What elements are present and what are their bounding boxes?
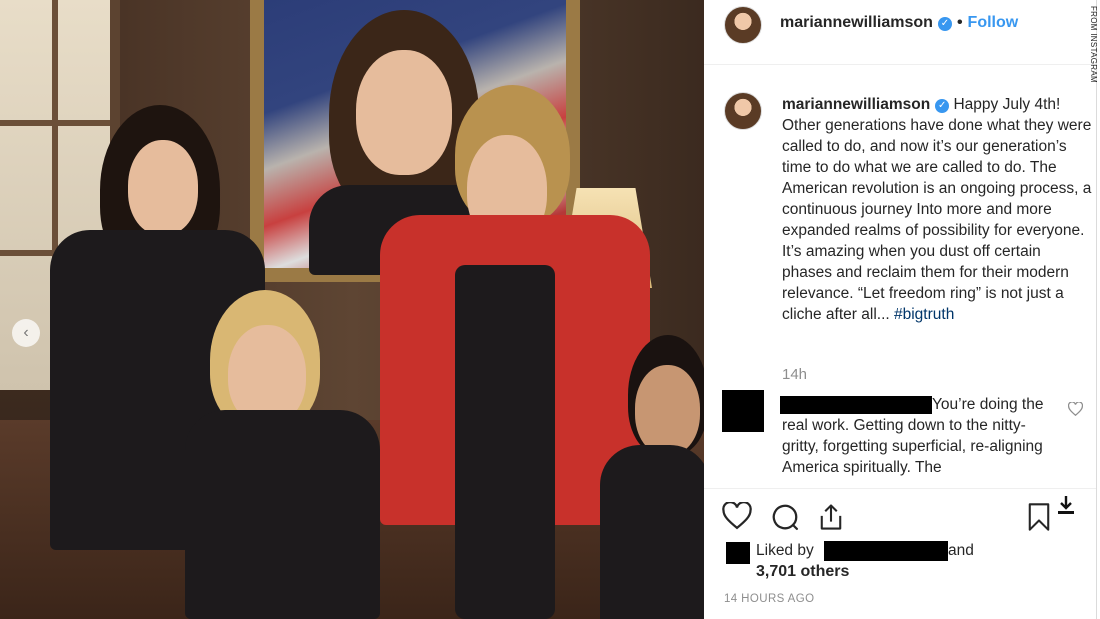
share-icon[interactable] <box>817 502 845 537</box>
username-link[interactable]: mariannewilliamson <box>780 14 933 31</box>
bookmark-icon[interactable] <box>1026 502 1052 537</box>
comment-like-icon[interactable] <box>1067 401 1084 418</box>
hashtag-link[interactable]: #bigtruth <box>894 306 954 323</box>
avatar[interactable] <box>724 92 762 130</box>
actions-divider <box>704 488 1096 489</box>
person-right <box>600 335 704 619</box>
redacted-avatar <box>722 390 764 432</box>
and-label: and <box>948 542 974 559</box>
header-name-row: mariannewilliamson ✓ • Follow <box>780 14 1018 32</box>
avatar[interactable] <box>724 6 762 44</box>
chevron-left-icon[interactable]: ‹ <box>12 319 40 347</box>
caption-username[interactable]: mariannewilliamson <box>782 96 930 113</box>
post-timestamp: 14 HOURS AGO <box>724 593 815 605</box>
post-header: mariannewilliamson ✓ • Follow <box>704 0 1096 65</box>
person-center <box>170 290 390 619</box>
verified-badge-icon: ✓ <box>937 17 952 31</box>
liked-by-label: Liked by <box>756 542 814 559</box>
redacted-liker-name <box>824 541 948 561</box>
caption-body: Happy July 4th! Other generations have d… <box>782 96 1092 323</box>
comment-text: You’re doing the real work. Getting down… <box>782 396 1044 476</box>
caption-age: 14h <box>782 366 808 383</box>
redacted-liker-avatar <box>726 542 750 564</box>
post-photo[interactable]: ‹ <box>0 0 704 619</box>
comment-icon[interactable] <box>770 502 800 537</box>
post-side-panel: mariannewilliamson ✓ • Follow mariannewilli… <box>704 0 1096 619</box>
heart-icon[interactable] <box>722 500 752 535</box>
follow-button[interactable]: Follow <box>968 14 1019 31</box>
caption-text: mariannewilliamson ✓ Happy July 4th! Othe… <box>782 94 1094 325</box>
download-icon[interactable] <box>1056 494 1076 523</box>
verified-badge-icon: ✓ <box>935 99 950 113</box>
likes-count-link[interactable]: 3,701 others <box>756 563 849 581</box>
source-credit: FROM INSTAGRAM <box>1089 6 1098 83</box>
separator-dot: • <box>956 14 963 31</box>
